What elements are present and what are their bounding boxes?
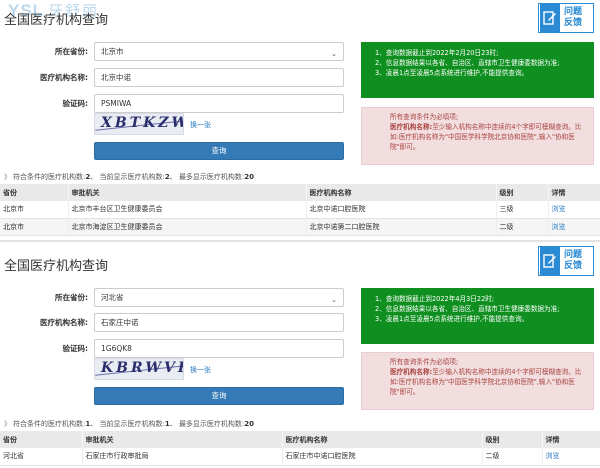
notice-required: 所有查询条件为必填项; <box>390 358 459 366</box>
table-row: 河北省 石家庄市行政审批局 石家庄市中诺口腔医院 二级 浏览 <box>0 448 600 466</box>
col-province: 省份 <box>0 431 83 448</box>
notice-required: 所有查询条件为必填项; <box>390 113 459 121</box>
province-label: 所在省份: <box>55 293 88 302</box>
page-title: 全国医疗机构查询 <box>4 13 109 28</box>
notice-line: 1、查询数据截止到2022年4月3日22时; <box>375 295 495 303</box>
captcha-input[interactable]: PSMIWA <box>94 94 344 113</box>
refresh-captcha-link[interactable]: 换一张 <box>190 120 211 130</box>
col-level: 级别 <box>482 431 543 448</box>
table-header-row: 省份 审批机关 医疗机构名称 级别 详情 <box>0 184 600 201</box>
cell-province: 北京市 <box>0 201 69 219</box>
cell-level: 二级 <box>482 448 543 466</box>
province-selected-value: 北京市 <box>101 47 124 56</box>
feedback-button[interactable]: 问题 反馈 <box>538 3 594 33</box>
cell-institution: 北京中诺第二口腔医院 <box>306 218 497 236</box>
notice-rule: 医疗机构名称:至少输入机构名称中连续的4个字即可模糊查询。比如:医疗机构名称为"… <box>390 368 582 396</box>
feedback-label-2: 反馈 <box>564 261 583 271</box>
captcha-label: 验证码: <box>62 99 89 108</box>
table-row: 北京市 北京市丰台区卫生健康委员会 北京中诺口腔医院 三级 浏览 <box>0 201 600 219</box>
chevron-down-icon: ⌄ <box>331 296 337 304</box>
cell-authority: 北京市海淀区卫生健康委员会 <box>68 218 307 236</box>
col-institution: 医疗机构名称 <box>282 431 483 448</box>
notice-green: 1、查询数据截止到2022年4月3日22时; 2、信息数据结果以各省、自治区、直… <box>361 288 594 344</box>
refresh-captcha-link[interactable]: 换一张 <box>190 365 211 375</box>
cell-institution: 北京中诺口腔医院 <box>306 201 497 219</box>
query-button[interactable]: 查询 <box>94 142 344 160</box>
browse-link[interactable]: 浏览 <box>548 218 600 236</box>
col-institution: 医疗机构名称 <box>306 184 497 201</box>
browse-link[interactable]: 浏览 <box>542 448 600 466</box>
query-panel-2: 全国医疗机构查询 问题 反馈 所在省份: 河北省 ⌄ 医疗机构名称: 石家庄中诺… <box>0 242 600 468</box>
feedback-label-1: 问题 <box>564 250 583 260</box>
province-select[interactable]: 河北省 ⌄ <box>94 288 344 307</box>
institution-name-input[interactable]: 石家庄中诺 <box>94 313 344 332</box>
cell-authority: 北京市丰台区卫生健康委员会 <box>68 201 307 219</box>
results-table: 省份 审批机关 医疗机构名称 级别 详情 河北省 石家庄市行政审批局 石家庄市中… <box>0 431 600 466</box>
province-select[interactable]: 北京市 ⌄ <box>94 42 344 61</box>
notice-pink: 所有查询条件为必填项; 医疗机构名称:至少输入机构名称中连续的4个字即可模糊查询… <box>361 352 594 410</box>
col-level: 级别 <box>496 184 549 201</box>
captcha-image-text: KBRWVK <box>101 360 184 376</box>
cell-province: 河北省 <box>0 448 83 466</box>
captcha-image[interactable]: XBTKZW <box>94 113 184 135</box>
notice-line: 1、查询数据截止到2022年2月20日23时; <box>375 49 499 57</box>
cell-province: 北京市 <box>0 218 69 236</box>
notice-line: 3、凌晨1点至凌晨5点系统进行维护,不能提供查询。 <box>375 69 529 77</box>
notice-line: 2、信息数据结果以各省、自治区、直辖市卫生健康委数据为准; <box>375 305 560 313</box>
table-header-row: 省份 审批机关 医疗机构名称 级别 详情 <box>0 431 600 448</box>
col-province: 省份 <box>0 184 69 201</box>
province-label: 所在省份: <box>55 47 88 56</box>
notice-line: 2、信息数据结果以各省、自治区、直辖市卫生健康委数据为准; <box>375 59 560 67</box>
captcha-label: 验证码: <box>62 344 89 353</box>
cell-level: 三级 <box>496 201 549 219</box>
institution-name-label: 医疗机构名称: <box>40 73 88 82</box>
captcha-image[interactable]: KBRWVK <box>94 358 184 380</box>
institution-name-label: 医疗机构名称: <box>40 318 88 327</box>
cell-institution: 石家庄市中诺口腔医院 <box>282 448 483 466</box>
feedback-edit-icon <box>540 4 560 32</box>
table-row: 北京市 北京市海淀区卫生健康委员会 北京中诺第二口腔医院 二级 浏览 <box>0 218 600 236</box>
notice-green: 1、查询数据截止到2022年2月20日23时; 2、信息数据结果以各省、自治区、… <box>361 42 594 98</box>
captcha-input[interactable]: 1G6QK8 <box>94 339 344 358</box>
result-summary: 》符合条件的医疗机构数:1、 当前显示医疗机构数:1、 最多显示医疗机构数:20 <box>4 420 255 428</box>
query-panel-1: YSL 牙舒丽 全国医疗机构查询 问题 反馈 所在省份: 北京市 ⌄ 医疗机构名称… <box>0 0 600 240</box>
province-selected-value: 河北省 <box>101 293 124 302</box>
page-title: 全国医疗机构查询 <box>4 259 109 274</box>
notice-pink: 所有查询条件为必填项; 医疗机构名称:至少输入机构名称中连续的4个字即可模糊查询… <box>361 107 594 165</box>
col-authority: 审批机关 <box>82 431 283 448</box>
feedback-button[interactable]: 问题 反馈 <box>538 246 594 276</box>
feedback-label-2: 反馈 <box>564 18 583 28</box>
notice-line: 3、凌晨1点至凌晨5点系统进行维护,不能提供查询。 <box>375 315 529 323</box>
browse-link[interactable]: 浏览 <box>548 201 600 219</box>
query-button[interactable]: 查询 <box>94 387 344 405</box>
result-summary: 》符合条件的医疗机构数:2、 当前显示医疗机构数:2、 最多显示医疗机构数:20 <box>4 173 255 181</box>
captcha-image-text: XBTKZW <box>101 115 184 131</box>
feedback-label-1: 问题 <box>564 7 583 17</box>
col-authority: 审批机关 <box>68 184 307 201</box>
cell-authority: 石家庄市行政审批局 <box>82 448 283 466</box>
col-detail: 详情 <box>542 431 600 448</box>
chevron-down-icon: ⌄ <box>331 50 337 58</box>
institution-name-input[interactable]: 北京中诺 <box>94 68 344 87</box>
results-table: 省份 审批机关 医疗机构名称 级别 详情 北京市 北京市丰台区卫生健康委员会 北… <box>0 184 600 236</box>
col-detail: 详情 <box>548 184 600 201</box>
cell-level: 二级 <box>496 218 549 236</box>
notice-rule: 医疗机构名称:至少输入机构名称中连续的4个字即可模糊查询。比如:医疗机构名称为"… <box>390 123 582 151</box>
feedback-edit-icon <box>540 247 560 275</box>
